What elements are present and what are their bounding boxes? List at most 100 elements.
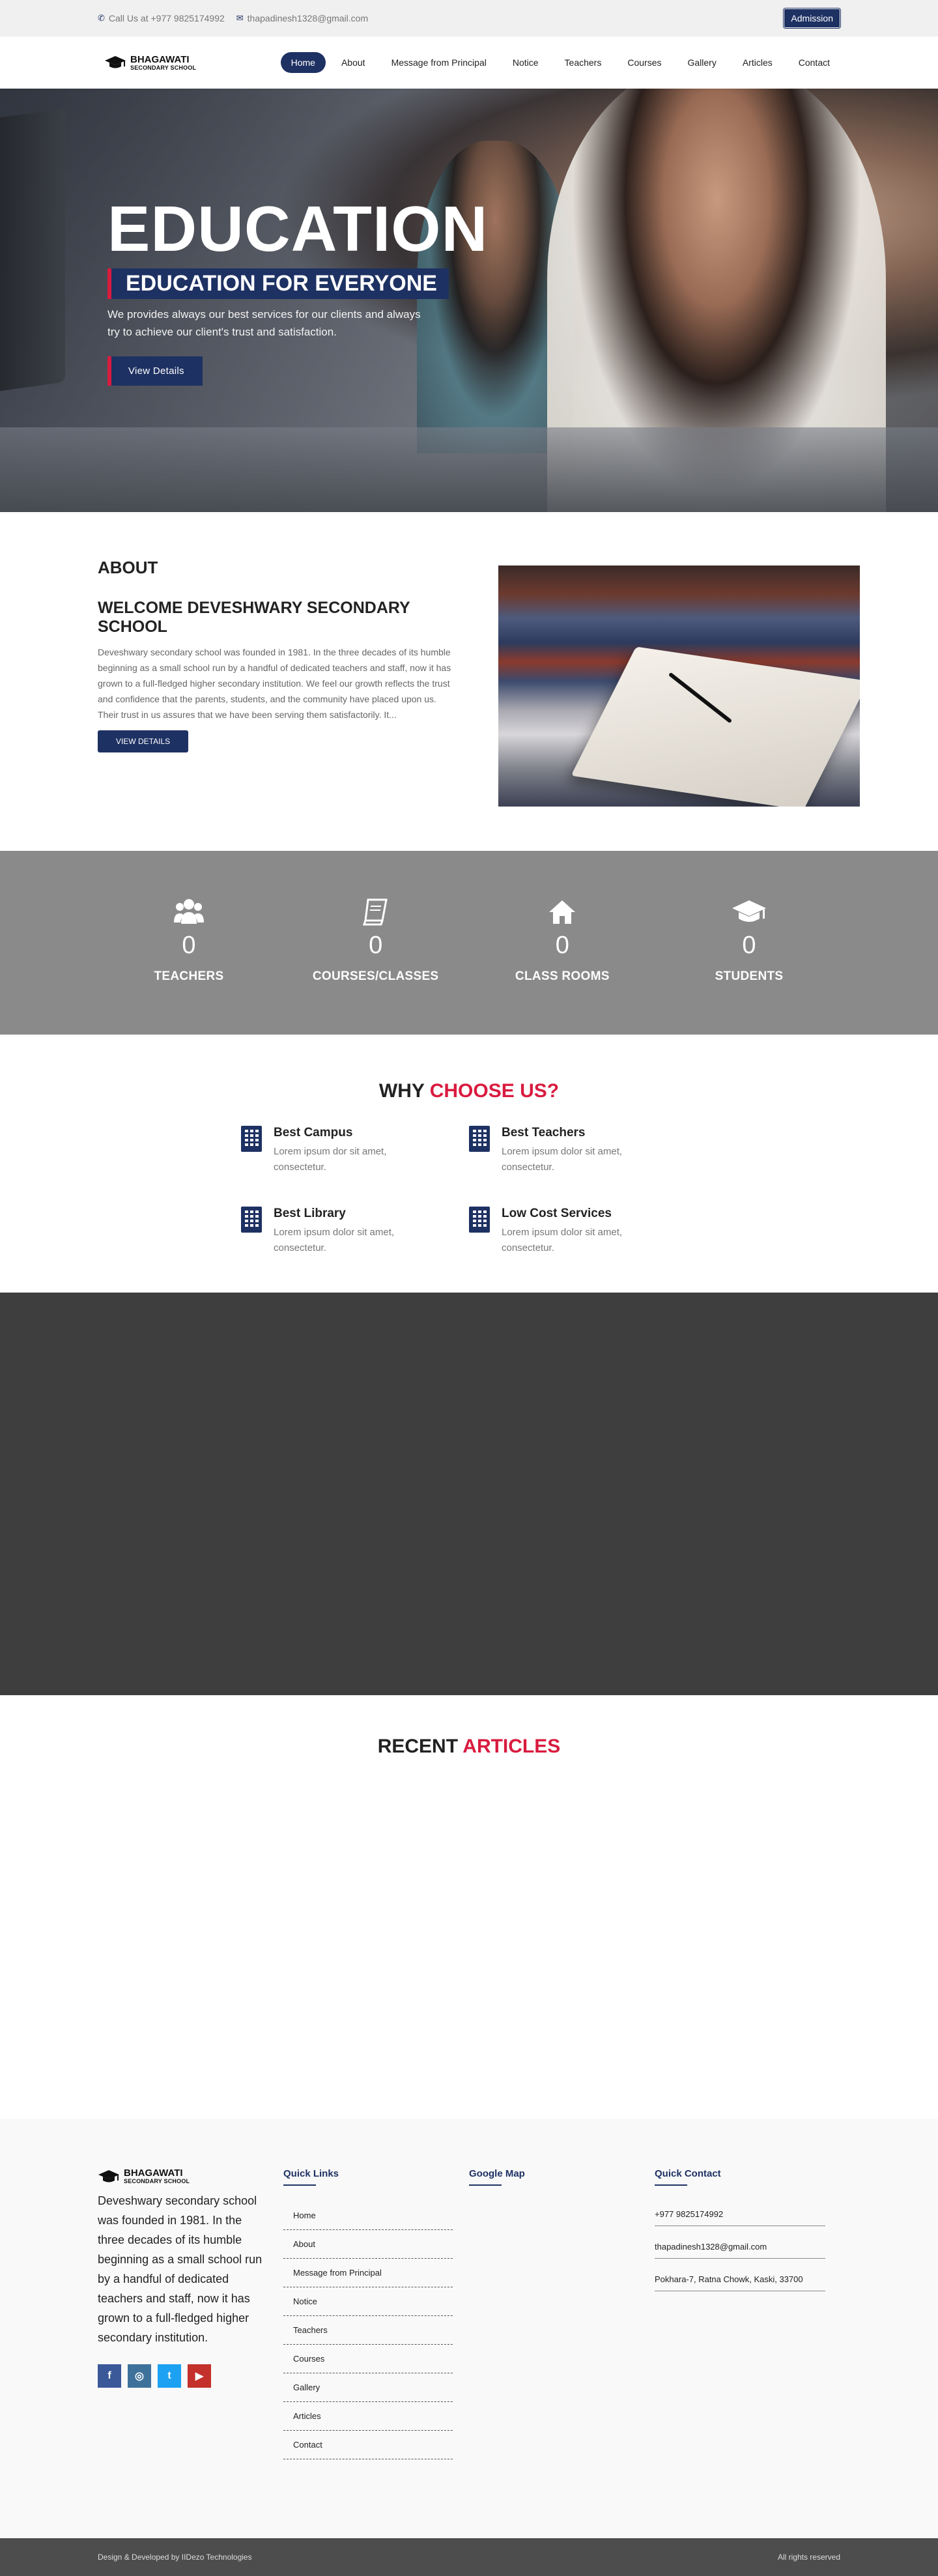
navbar: BHAGAWATI SECONDARY SCHOOL Home About Me… [0, 36, 938, 89]
top-bar: ✆ Call Us at +977 9825174992 ✉ thapadinesh… [0, 0, 938, 36]
footer-logo-name: BHAGAWATI [124, 2168, 183, 2179]
hero-image-desk [0, 427, 938, 512]
nav-articles[interactable]: Articles [732, 52, 783, 73]
why-title-part2: CHOOSE US? [429, 1080, 560, 1102]
hero-tagline: EDUCATION FOR EVERYONE [107, 268, 449, 299]
copyright-text: All rights reserved [777, 2553, 840, 2562]
contact-phone[interactable]: +977 9825174992 [655, 2203, 825, 2226]
why-title-part1: WHY [378, 1080, 425, 1102]
users-icon [98, 896, 280, 928]
facebook-icon[interactable]: f [98, 2364, 121, 2388]
footer-logo[interactable]: BHAGAWATI SECONDARY SCHOOL [98, 2168, 283, 2184]
why-item-low-cost-services: Low Cost Services Lorem ipsum dolor sit a… [469, 1207, 697, 1256]
instagram-icon[interactable]: ◎ [128, 2364, 151, 2388]
credits-text[interactable]: Design & Developed by IIDezo Technologie… [98, 2553, 252, 2562]
why-item-text: Lorem ipsum dolor sit amet, consectetur. [274, 1227, 395, 1253]
why-title: WHY CHOOSE US? [0, 1080, 938, 1102]
articles-title-part2: ARTICLES [462, 1736, 561, 1757]
hero-banner: EDUCATION EDUCATION FOR EVERYONE We prov… [0, 89, 938, 512]
nav-message-from-principal[interactable]: Message from Principal [381, 52, 497, 73]
main-nav: Home About Message from Principal Notice… [280, 52, 840, 73]
footer-google-map: Google Map [469, 2168, 655, 2538]
why-item-best-library: Best Library Lorem ipsum dolor sit amet, … [241, 1207, 469, 1256]
book-icon [285, 896, 467, 928]
why-item-text: Lorem ipsum dor sit amet, consectetur. [274, 1146, 387, 1173]
quick-contact-list: +977 9825174992 thapadinesh1328@gmail.co… [655, 2203, 825, 2291]
about-image-open-book [498, 565, 860, 807]
email-info[interactable]: ✉ thapadinesh1328@gmail.com [236, 13, 368, 23]
quick-link-contact[interactable]: Contact [283, 2431, 453, 2459]
quick-link-courses[interactable]: Courses [283, 2345, 453, 2373]
stat-students-label: STUDENTS [715, 969, 784, 983]
nav-notice[interactable]: Notice [502, 52, 549, 73]
quick-link-home[interactable]: Home [283, 2201, 453, 2230]
building-icon [469, 1207, 490, 1233]
nav-contact[interactable]: Contact [788, 52, 840, 73]
building-icon [241, 1207, 262, 1233]
contact-address: Pokhara-7, Ratna Chowk, Kaski, 33700 [655, 2268, 825, 2291]
phone-info[interactable]: ✆ Call Us at +977 9825174992 [98, 13, 225, 23]
about-section: ABOUT WELCOME DEVESHWARY SECONDARY SCHOO… [0, 512, 938, 851]
stat-classrooms-value: 0 [555, 932, 569, 959]
graduation-cap-logo-icon [98, 2169, 119, 2182]
footer-logo-subtitle: SECONDARY SCHOOL [124, 2178, 190, 2184]
quick-link-message-from-principal[interactable]: Message from Principal [283, 2259, 453, 2287]
footer: BHAGAWATI SECONDARY SCHOOL Deveshwary se… [0, 2119, 938, 2538]
contact-email[interactable]: thapadinesh1328@gmail.com [655, 2235, 825, 2259]
stat-courses-value: 0 [369, 932, 383, 959]
building-icon [469, 1126, 490, 1152]
hero-image-monitor [0, 108, 65, 395]
bottom-bar: Design & Developed by IIDezo Technologie… [0, 2538, 938, 2576]
google-map-title: Google Map [469, 2168, 655, 2186]
hero-view-details-button[interactable]: View Details [107, 356, 203, 386]
quick-link-articles[interactable]: Articles [283, 2402, 453, 2431]
articles-title-part1: RECENT [377, 1736, 459, 1757]
quick-link-notice[interactable]: Notice [283, 2287, 453, 2316]
about-heading: ABOUT [98, 558, 158, 577]
quick-link-teachers[interactable]: Teachers [283, 2316, 453, 2345]
youtube-icon[interactable]: ▶ [188, 2364, 211, 2388]
about-text: Deveshwary secondary school was founded … [98, 647, 451, 720]
nav-teachers[interactable]: Teachers [554, 52, 612, 73]
stat-students-value: 0 [742, 932, 756, 959]
why-item-title: Low Cost Services [502, 1207, 612, 1220]
hero-title: EDUCATION [107, 193, 489, 265]
logo-subtitle: SECONDARY SCHOOL [130, 64, 197, 71]
quick-contact-title: Quick Contact [655, 2168, 840, 2186]
nav-about[interactable]: About [331, 52, 376, 73]
phone-text: Call Us at +977 9825174992 [108, 13, 225, 23]
why-item-best-campus: Best Campus Lorem ipsum dor sit amet, con… [241, 1126, 469, 1175]
graduation-cap-logo-icon [105, 56, 126, 68]
nav-courses[interactable]: Courses [617, 52, 672, 73]
building-icon [241, 1126, 262, 1152]
stat-teachers-label: TEACHERS [154, 969, 224, 983]
logo[interactable]: BHAGAWATI SECONDARY SCHOOL [104, 55, 196, 71]
social-links: f ◎ t ▶ [98, 2364, 283, 2388]
graduation-cap-icon [658, 896, 840, 928]
why-item-title: Best Campus [274, 1126, 353, 1139]
quick-link-about[interactable]: About [283, 2230, 453, 2259]
quick-link-gallery[interactable]: Gallery [283, 2373, 453, 2402]
nav-home[interactable]: Home [280, 52, 326, 73]
admission-button[interactable]: Admission [783, 8, 841, 29]
quick-links-list: Home About Message from Principal Notice… [283, 2201, 453, 2459]
logo-name: BHAGAWATI [130, 53, 190, 65]
home-icon [471, 896, 653, 928]
why-item-title: Best Teachers [502, 1126, 586, 1139]
about-view-details-button[interactable]: VIEW DETAILS [98, 730, 189, 752]
dark-band-section [0, 1293, 938, 1695]
articles-title: RECENT ARTICLES [0, 1736, 938, 1758]
phone-icon: ✆ [98, 13, 105, 23]
stat-courses-label: COURSES/CLASSES [312, 969, 439, 983]
stats-section: 0 TEACHERS 0 COURSES/CLASSES 0 CLASS ROO… [0, 851, 938, 1035]
twitter-icon[interactable]: t [158, 2364, 181, 2388]
open-book-shape [571, 646, 860, 807]
stat-teachers-value: 0 [182, 932, 196, 959]
nav-gallery[interactable]: Gallery [677, 52, 726, 73]
footer-quick-contact: Quick Contact +977 9825174992 thapadines… [655, 2168, 840, 2538]
stat-classrooms-label: CLASS ROOMS [515, 969, 610, 983]
why-item-title: Best Library [274, 1207, 346, 1220]
top-contact: ✆ Call Us at +977 9825174992 ✉ thapadinesh… [98, 13, 368, 23]
about-text-column: ABOUT WELCOME DEVESHWARY SECONDARY SCHOO… [98, 558, 459, 805]
hero-content: EDUCATION EDUCATION FOR EVERYONE We prov… [107, 193, 488, 386]
